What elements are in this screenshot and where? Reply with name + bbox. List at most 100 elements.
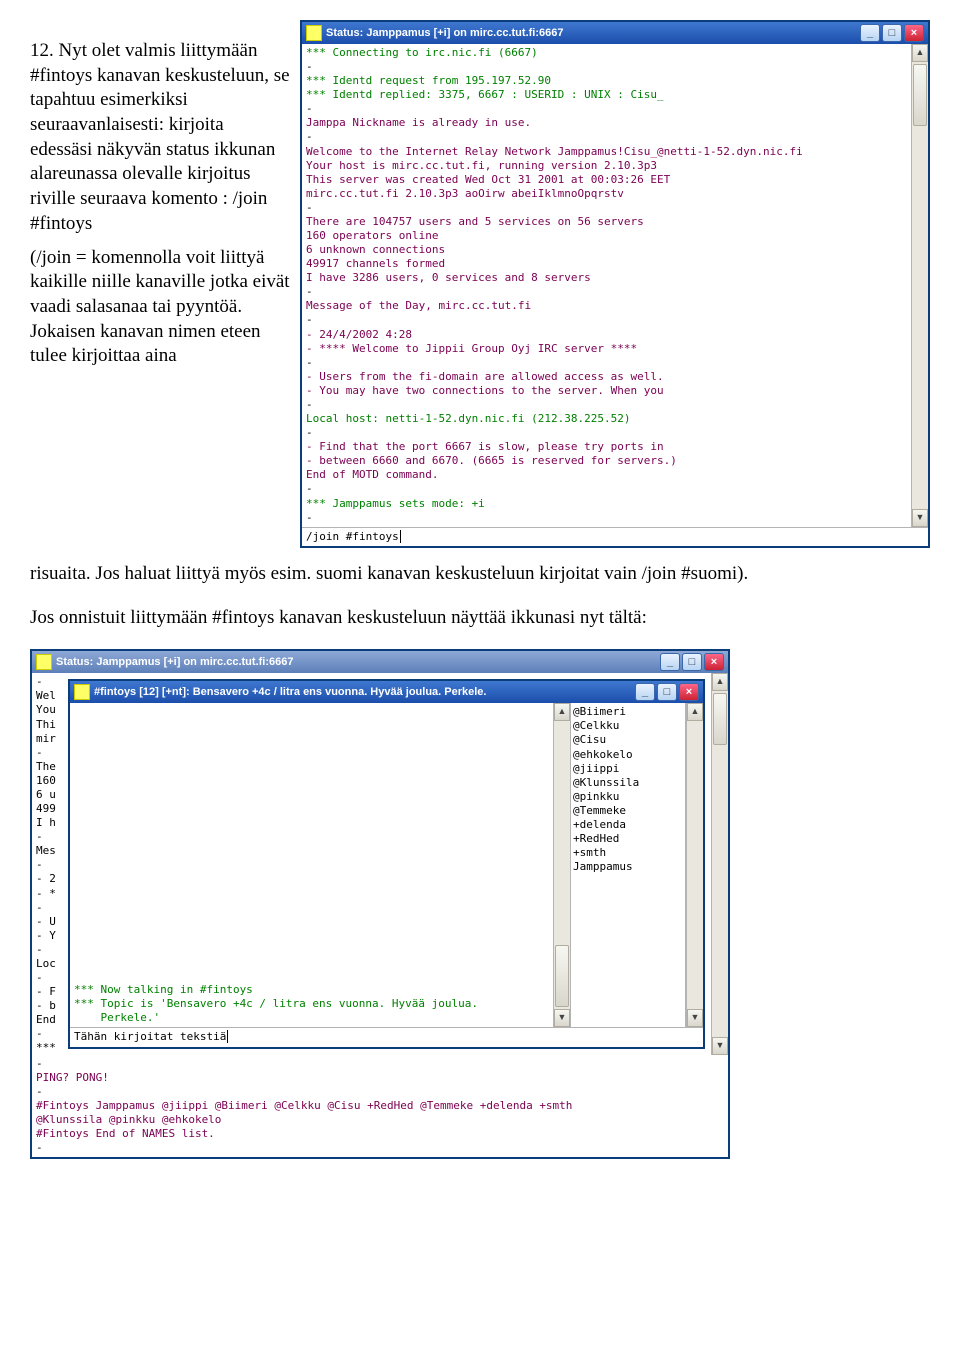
paragraph-1-tail: risuaita. Jos haluat liittyä myös esim. … — [30, 562, 930, 587]
close-button[interactable]: × — [904, 24, 924, 42]
paragraph-1a: 12. Nyt olet valmis liittymään #fintoys … — [30, 39, 290, 237]
minimize-button[interactable]: _ — [635, 683, 655, 701]
status-pane-tail: -PING? PONG!-#Fintoys Jamppamus @jiippi … — [32, 1055, 728, 1158]
log-line: Message of the Day, mirc.cc.tut.fi — [306, 299, 907, 313]
log-line: - Users from the fi-domain are allowed a… — [306, 370, 907, 384]
peek-line: - — [36, 675, 56, 689]
log-line: *** Connecting to irc.nic.fi (6667) — [306, 46, 907, 60]
maximize-button[interactable]: □ — [682, 653, 702, 671]
log-line: 6 unknown connections — [306, 243, 907, 257]
log-line: - — [306, 398, 907, 412]
peek-line: Loc — [36, 957, 56, 971]
paragraph-1b: (/join = komennolla voit liittyä kaikill… — [30, 246, 290, 369]
peek-line: The — [36, 760, 56, 774]
title-bar[interactable]: Status: Jamppamus [+i] on mirc.cc.tut.fi… — [302, 22, 928, 44]
log-line: Perkele.' — [74, 1011, 549, 1025]
peek-line: - U — [36, 915, 56, 929]
peek-line: - — [36, 746, 56, 760]
peek-line: - — [36, 943, 56, 957]
log-line: - — [306, 102, 907, 116]
maximize-button[interactable]: □ — [882, 24, 902, 42]
log-line: - — [306, 426, 907, 440]
log-line: - Find that the port 6667 is slow, pleas… — [306, 440, 907, 454]
user-list-item[interactable]: +RedHed — [573, 832, 683, 846]
log-line: Jamppa Nickname is already in use. — [306, 116, 907, 130]
log-line: - — [306, 482, 907, 496]
log-line: #Fintoys Jamppamus @jiippi @Biimeri @Cel… — [36, 1099, 724, 1113]
log-line: - — [306, 130, 907, 144]
scroll-thumb[interactable] — [913, 64, 927, 126]
scroll-up-icon[interactable]: ▲ — [712, 673, 728, 691]
peek-line: - F — [36, 985, 56, 999]
user-list-item[interactable]: @Celkku — [573, 719, 683, 733]
log-line: - 24/4/2002 4:28 — [306, 328, 907, 342]
user-list-item[interactable]: @Temmeke — [573, 804, 683, 818]
log-line: - — [306, 511, 907, 525]
log-line: I have 3286 users, 0 services and 8 serv… — [306, 271, 907, 285]
log-line: *** Jamppamus sets mode: +i — [306, 497, 907, 511]
title-bar-inactive[interactable]: Status: Jamppamus [+i] on mirc.cc.tut.fi… — [32, 651, 728, 673]
peek-line: 6 u — [36, 788, 56, 802]
close-button[interactable]: × — [679, 683, 699, 701]
app-icon — [36, 654, 52, 670]
peek-line: - Y — [36, 929, 56, 943]
maximize-button[interactable]: □ — [657, 683, 677, 701]
channel-input[interactable]: Tähän kirjoitat tekstiä — [70, 1027, 703, 1046]
log-line: - between 6660 and 6670. (6665 is reserv… — [306, 454, 907, 468]
scroll-down-icon[interactable]: ▼ — [554, 1009, 570, 1027]
peek-line: - 2 — [36, 872, 56, 886]
scroll-thumb[interactable] — [713, 693, 727, 745]
scroll-up-icon[interactable]: ▲ — [554, 703, 570, 721]
peek-line: *** — [36, 1041, 56, 1055]
user-list-item[interactable]: @jiippi — [573, 762, 683, 776]
scroll-down-icon[interactable]: ▼ — [712, 1037, 728, 1055]
peek-line: Mes — [36, 844, 56, 858]
peek-line: - — [36, 901, 56, 915]
minimize-button[interactable]: _ — [660, 653, 680, 671]
close-button[interactable]: × — [704, 653, 724, 671]
outer-scrollbar[interactable]: ▲ ▼ — [711, 673, 728, 1054]
window-title: Status: Jamppamus [+i] on mirc.cc.tut.fi… — [326, 26, 563, 40]
user-list-item[interactable]: @ehkokelo — [573, 748, 683, 762]
log-line: - — [306, 313, 907, 327]
log-line: - — [306, 356, 907, 370]
userlist-scrollbar[interactable]: ▲ ▼ — [686, 703, 703, 1027]
log-line: This server was created Wed Oct 31 2001 … — [306, 173, 907, 187]
user-list[interactable]: @Biimeri@Celkku@Cisu@ehkokelo@jiippi@Klu… — [570, 703, 686, 1027]
log-line: - — [306, 285, 907, 299]
peek-line: - b — [36, 999, 56, 1013]
user-list-item[interactable]: @Biimeri — [573, 705, 683, 719]
log-line: - **** Welcome to Jippii Group Oyj IRC s… — [306, 342, 907, 356]
scroll-down-icon[interactable]: ▼ — [912, 509, 928, 527]
log-line: 160 operators online — [306, 229, 907, 243]
app-icon — [306, 25, 322, 41]
minimize-button[interactable]: _ — [860, 24, 880, 42]
peek-line: - — [36, 830, 56, 844]
scroll-down-icon[interactable]: ▼ — [687, 1009, 703, 1027]
log-line: Welcome to the Internet Relay Network Ja… — [306, 145, 907, 159]
peek-line: - — [36, 1027, 56, 1041]
log-line: *** Identd request from 195.197.52.90 — [306, 74, 907, 88]
user-list-item[interactable]: @Klunssila — [573, 776, 683, 790]
user-list-item[interactable]: +delenda — [573, 818, 683, 832]
log-line: - — [306, 60, 907, 74]
channel-scrollbar[interactable]: ▲ ▼ — [553, 703, 570, 1027]
window-title: Status: Jamppamus [+i] on mirc.cc.tut.fi… — [56, 655, 293, 669]
peek-line: Thi — [36, 718, 56, 732]
scroll-thumb[interactable] — [555, 945, 569, 1007]
channel-window-title: #fintoys [12] [+nt]: Bensavero +4c / lit… — [94, 685, 486, 699]
user-list-item[interactable]: @pinkku — [573, 790, 683, 804]
scrollbar[interactable]: ▲ ▼ — [911, 44, 928, 527]
user-list-item[interactable]: @Cisu — [573, 733, 683, 747]
log-line: *** Identd replied: 3375, 6667 : USERID … — [306, 88, 907, 102]
scroll-up-icon[interactable]: ▲ — [687, 703, 703, 721]
scroll-up-icon[interactable]: ▲ — [912, 44, 928, 62]
log-line: - — [36, 1057, 724, 1071]
log-line: End of MOTD command. — [306, 468, 907, 482]
peek-line: mir — [36, 732, 56, 746]
peek-line: You — [36, 703, 56, 717]
user-list-item[interactable]: +smth — [573, 846, 683, 860]
channel-title-bar[interactable]: #fintoys [12] [+nt]: Bensavero +4c / lit… — [70, 681, 703, 703]
user-list-item[interactable]: Jamppamus — [573, 860, 683, 874]
command-input[interactable]: /join #fintoys — [302, 527, 928, 546]
